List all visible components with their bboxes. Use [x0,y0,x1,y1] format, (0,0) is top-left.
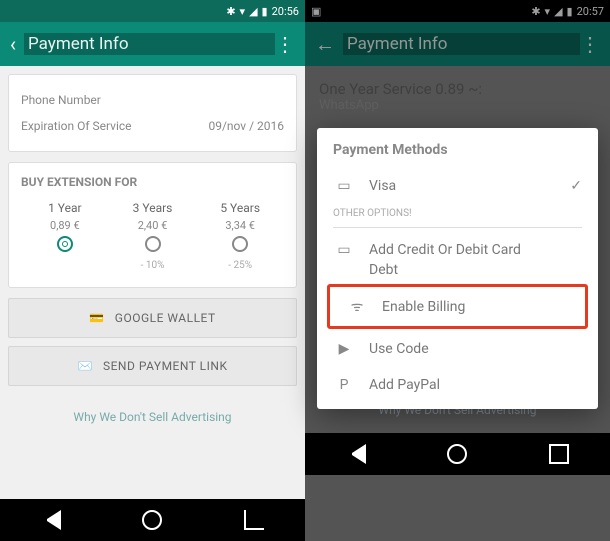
nav-bar [0,499,305,541]
mail-icon: ✉️ [78,359,93,373]
battery-icon: ▮ [262,5,268,18]
expiration-label: Expiration Of Service [21,119,132,133]
plan-1-year[interactable]: 1 Year 0,89 € [21,197,109,275]
nav-back-icon[interactable] [41,510,61,530]
more-icon[interactable]: ⋮ [275,32,295,56]
wallet-icon: 💳 [89,311,104,325]
app-bar: ‹ Payment Info ⋮ [0,22,305,66]
nav-home-icon[interactable] [447,444,467,464]
phone-label: Phone Number [21,93,101,107]
nav-recent-icon[interactable] [244,510,264,530]
highlight-enable-billing: ᯤ Enable Billing [327,284,588,329]
play-icon: ▶ [333,341,355,357]
status-bar: ✱ ▾ ◢ ▮ 20:56 [0,0,305,22]
option-add-card-sub: Debt [317,262,598,278]
radio-icon[interactable] [57,236,73,252]
dialog-title: Payment Methods [317,142,598,168]
buy-extension-label: BUY EXTENSION FOR [21,175,284,189]
nav-recent-icon[interactable] [549,444,569,464]
signal-icon: ◢ [249,5,257,18]
account-card: Phone Number Expiration Of Service 09/no… [8,74,297,152]
plan-5-years[interactable]: 5 Years 3,34 € - 25% [196,197,284,275]
expiration-value: 09/nov / 2016 [208,119,284,133]
wifi-icon: ▾ [240,5,246,18]
card-icon: ▭ [333,178,355,194]
nav-back-icon[interactable] [346,444,366,464]
radio-icon[interactable] [145,236,161,252]
radio-icon[interactable] [232,236,248,252]
ads-link[interactable]: Why We Don't Sell Advertising [8,394,297,440]
plan-3-years[interactable]: 3 Years 2,40 € - 10% [109,197,197,275]
option-add-paypal[interactable]: P Add PayPal [317,367,598,403]
paypal-icon: P [333,377,355,393]
option-enable-billing[interactable]: ᯤ Enable Billing [330,287,585,326]
send-payment-link-button[interactable]: ✉️ SEND PAYMENT LINK [8,346,297,386]
status-time: 20:56 [272,5,299,18]
antenna-icon: ᯤ [346,297,368,316]
option-use-code[interactable]: ▶ Use Code [317,331,598,367]
option-visa[interactable]: ▭ Visa [317,168,598,204]
bluetooth-icon: ✱ [226,5,235,18]
other-options-label: OTHER OPTIONS! [317,204,598,223]
nav-bar [305,433,610,475]
payment-methods-dialog: Payment Methods ▭ Visa OTHER OPTIONS! ▭ … [317,128,598,409]
nav-home-icon[interactable] [142,510,162,530]
extension-card: BUY EXTENSION FOR 1 Year 0,89 € 3 Years … [8,162,297,288]
google-wallet-button[interactable]: 💳 GOOGLE WALLET [8,298,297,338]
back-icon[interactable]: ‹ [10,32,16,56]
card-icon: ▭ [333,242,355,258]
page-title: Payment Info [24,33,275,55]
